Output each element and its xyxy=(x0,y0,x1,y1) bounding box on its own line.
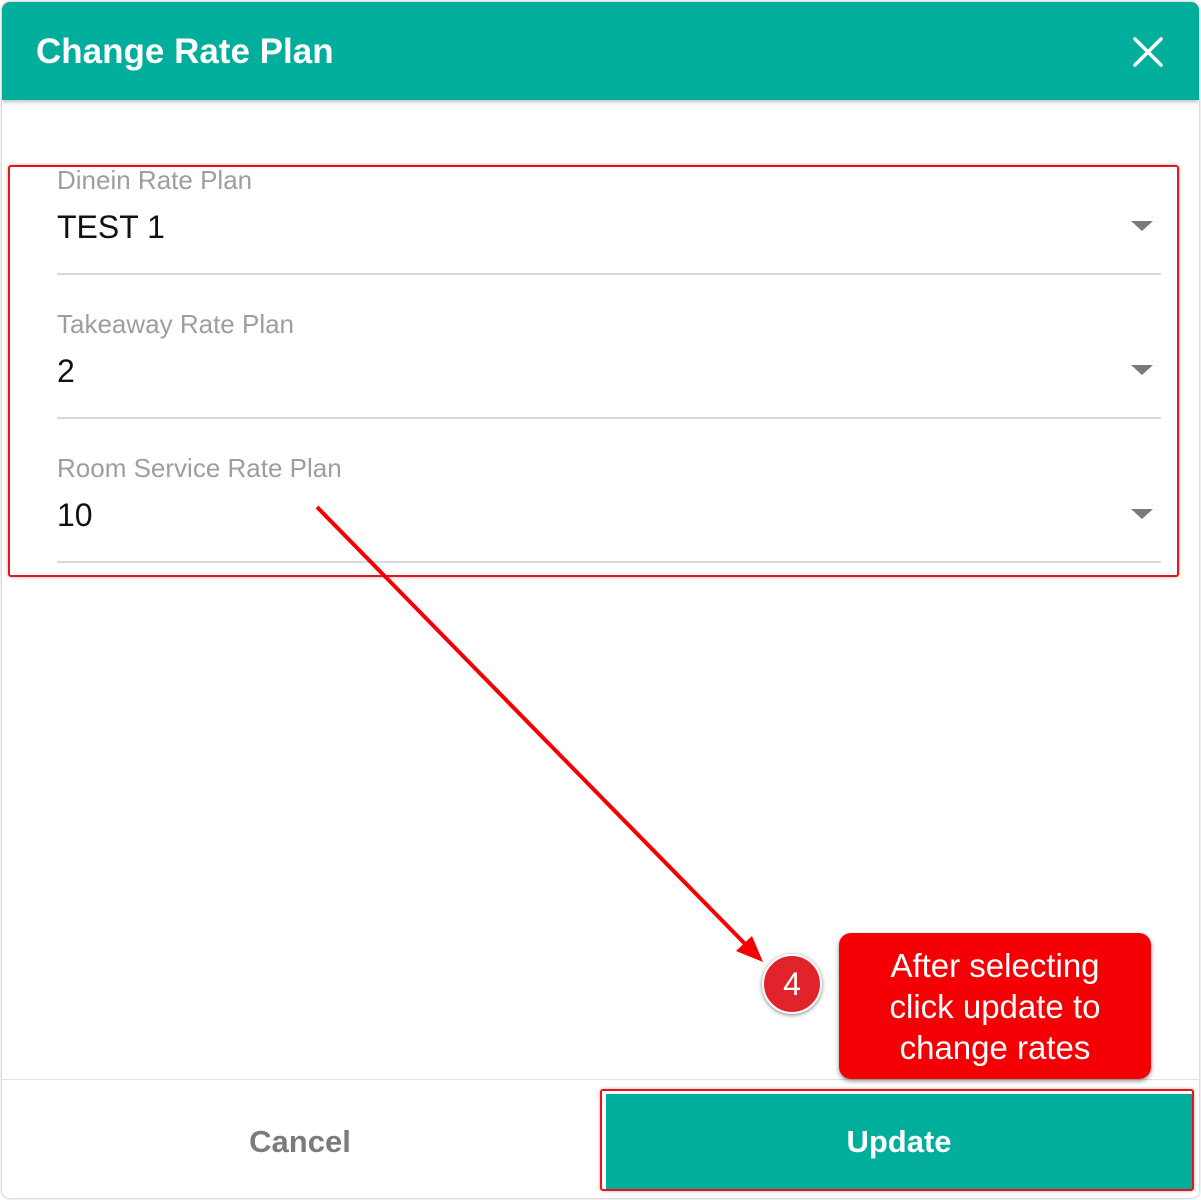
footer-divider xyxy=(2,1079,1199,1080)
close-icon xyxy=(1133,37,1163,67)
cancel-button[interactable]: Cancel xyxy=(2,1092,598,1192)
close-button[interactable] xyxy=(1130,34,1166,70)
update-button-highlight-box xyxy=(600,1089,1194,1191)
step-number: 4 xyxy=(783,965,801,1002)
dialog-header: Change Rate Plan xyxy=(2,2,1199,100)
instruction-callout: After selecting click update to change r… xyxy=(839,933,1151,1079)
callout-text: After selecting click update to change r… xyxy=(889,946,1101,1066)
dialog-title: Change Rate Plan xyxy=(36,32,334,71)
rate-plans-highlight-box xyxy=(8,165,1179,577)
cancel-button-label: Cancel xyxy=(249,1124,351,1159)
step-number-badge: 4 xyxy=(762,954,822,1014)
